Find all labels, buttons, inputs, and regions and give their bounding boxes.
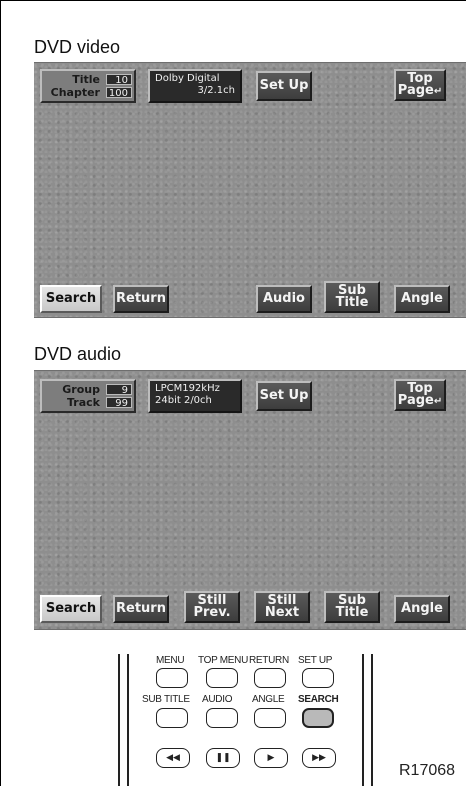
search-button[interactable]: Search (40, 285, 102, 313)
remote-rail-left-inner (127, 654, 129, 786)
top-page-button[interactable]: Top Page↵ (394, 69, 446, 101)
remote-setup-button[interactable] (302, 668, 334, 688)
dvd-audio-screen: Group 9 Track 99 LPCM192kHz 24bit 2/0ch … (34, 370, 466, 630)
setup-button[interactable]: Set Up (256, 381, 312, 411)
audio-format-display: LPCM192kHz 24bit 2/0ch (148, 379, 242, 413)
play-icon[interactable]: ▶ (254, 748, 288, 768)
remote-rail-right-outer (371, 654, 373, 786)
search-button[interactable]: Search (40, 595, 102, 623)
title-chapter-panel: Title 10 Chapter 100 (40, 69, 136, 103)
group-label: Group (62, 383, 100, 396)
group-track-panel: Group 9 Track 99 (40, 379, 136, 413)
remote-top-menu-button[interactable] (206, 668, 238, 688)
audio-format-display: Dolby Digital 3/2.1ch (148, 69, 242, 103)
figure-frame-top (0, 0, 466, 13)
remote-control-illustration: MENU TOP MENU RETURN SET UP SUB TITLE AU… (118, 654, 374, 786)
back-arrow-icon: ↵ (433, 85, 443, 97)
chapter-label: Chapter (50, 86, 100, 99)
angle-button[interactable]: Angle (394, 595, 450, 623)
subtitle-button[interactable]: Sub Title (324, 281, 380, 313)
group-number: 9 (106, 384, 132, 396)
format-line-1: LPCM192kHz (155, 383, 220, 394)
search-label: SEARCH (298, 694, 339, 705)
return-button[interactable]: Return (113, 285, 169, 313)
top-menu-label: TOP MENU (198, 655, 249, 666)
remote-menu-button[interactable] (156, 668, 188, 688)
title-number: 10 (106, 74, 132, 86)
subtitle-label: SUB TITLE (142, 694, 190, 705)
remote-return-button[interactable] (254, 668, 286, 688)
return-button[interactable]: Return (113, 595, 169, 623)
remote-rail-left-outer (118, 654, 120, 786)
angle-button[interactable]: Angle (394, 285, 450, 313)
still-prev-button[interactable]: Still Prev. (184, 591, 240, 623)
back-arrow-icon: ↵ (433, 395, 443, 407)
remote-angle-button[interactable] (254, 708, 286, 728)
angle-label: ANGLE (252, 694, 285, 705)
dvd-video-label: DVD video (34, 37, 121, 57)
remote-rail-right-inner (362, 654, 364, 786)
pause-icon[interactable]: ❚❚ (206, 748, 240, 768)
audio-label: AUDIO (202, 694, 233, 705)
top-page-button[interactable]: Top Page↵ (394, 379, 446, 411)
setup-label: SET UP (298, 655, 333, 666)
figure-frame-left (0, 0, 1, 786)
remote-audio-button[interactable] (206, 708, 238, 728)
figure-reference-code: R17068 (399, 762, 456, 779)
chapter-number: 100 (106, 87, 132, 99)
audio-button[interactable]: Audio (256, 285, 312, 313)
dvd-video-screen: Title 10 Chapter 100 Dolby Digital 3/2.1… (34, 62, 466, 318)
track-label: Track (67, 396, 100, 409)
title-label: Title (72, 73, 100, 86)
track-number: 99 (106, 397, 132, 409)
format-line-2: 24bit 2/0ch (155, 395, 212, 406)
rewind-icon[interactable]: ◀◀ (156, 748, 190, 768)
dvd-audio-label: DVD audio (34, 344, 122, 364)
still-next-button[interactable]: Still Next (254, 591, 310, 623)
format-line-1: Dolby Digital (155, 73, 220, 84)
return-label: RETURN (249, 655, 289, 666)
fast-forward-icon[interactable]: ▶▶ (302, 748, 336, 768)
menu-label: MENU (156, 655, 185, 666)
remote-subtitle-button[interactable] (156, 708, 188, 728)
remote-search-button[interactable] (302, 708, 334, 728)
subtitle-button[interactable]: Sub Title (324, 591, 380, 623)
format-line-2: 3/2.1ch (197, 85, 235, 96)
setup-button[interactable]: Set Up (256, 71, 312, 101)
